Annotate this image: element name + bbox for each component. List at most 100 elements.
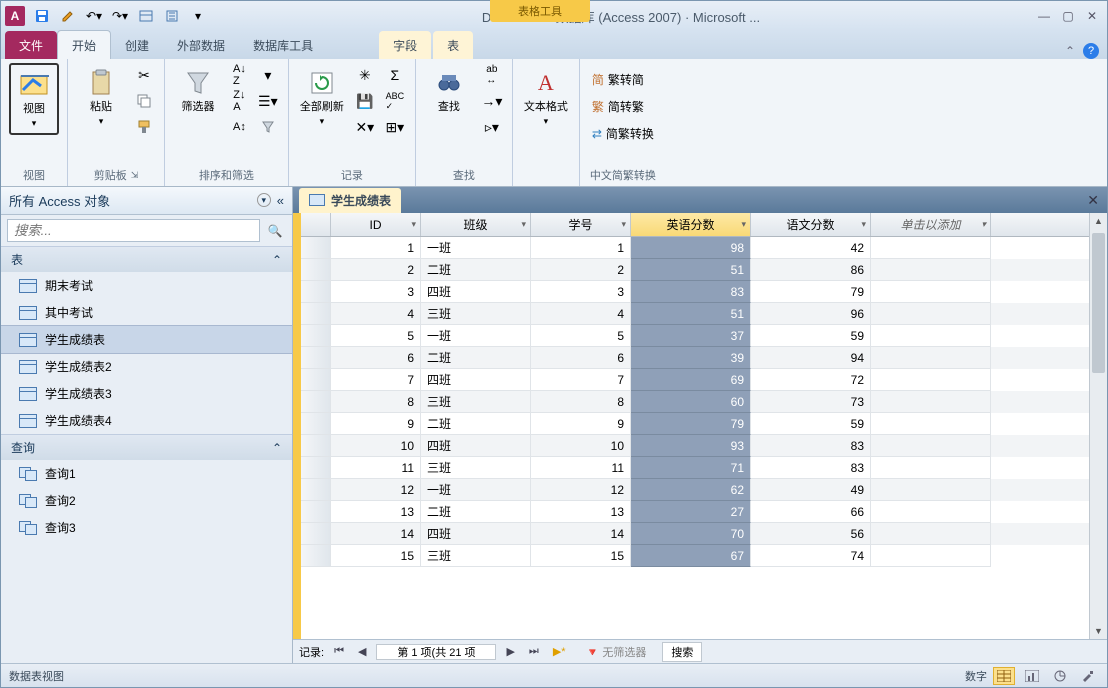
cell-add[interactable] [871,281,991,303]
cell-eng[interactable]: 51 [631,303,751,325]
cell-class[interactable]: 四班 [421,281,531,303]
cell-class[interactable]: 四班 [421,369,531,391]
row-selector[interactable] [301,523,331,545]
cell-sno[interactable]: 13 [531,501,631,523]
undo-icon[interactable]: ↶▾ [83,5,105,27]
nav-group-tables[interactable]: 表⌃ [1,246,292,272]
table-row[interactable]: 14四班147056 [301,523,1089,545]
selection-filter-icon[interactable]: ▾ [256,63,280,87]
tab-home[interactable]: 开始 [57,30,111,59]
scroll-up-icon[interactable]: ▲ [1090,213,1107,229]
cell-chn[interactable]: 94 [751,347,871,369]
paste-button[interactable]: 粘贴 ▾ [76,63,126,131]
cell-id[interactable]: 9 [331,413,421,435]
cell-add[interactable] [871,237,991,259]
totals-icon[interactable]: Σ [383,63,407,87]
app-icon[interactable]: A [5,6,25,26]
cell-eng[interactable]: 69 [631,369,751,391]
cell-chn[interactable]: 83 [751,457,871,479]
table-row[interactable]: 13二班132766 [301,501,1089,523]
cell-class[interactable]: 一班 [421,479,531,501]
cell-sno[interactable]: 9 [531,413,631,435]
cell-sno[interactable]: 8 [531,391,631,413]
row-selector[interactable] [301,391,331,413]
row-selector[interactable] [301,435,331,457]
row-selector[interactable] [301,501,331,523]
nav-item-table[interactable]: 学生成绩表3 [1,380,292,407]
redo-icon[interactable]: ↷▾ [109,5,131,27]
cell-class[interactable]: 一班 [421,325,531,347]
cell-add[interactable] [871,391,991,413]
help-icon[interactable]: ? [1083,43,1099,59]
edit-icon[interactable] [57,5,79,27]
vertical-scrollbar[interactable]: ▲ ▼ [1089,213,1107,639]
cell-class[interactable]: 二班 [421,347,531,369]
trad-to-simp-button[interactable]: 简繁转简 [588,69,658,90]
nav-item-table[interactable]: 学生成绩表 [1,326,292,353]
save-icon[interactable] [31,5,53,27]
cell-sno[interactable]: 3 [531,281,631,303]
cell-id[interactable]: 2 [331,259,421,281]
new-record-icon[interactable]: ✳ [353,63,377,87]
cell-id[interactable]: 8 [331,391,421,413]
table-row[interactable]: 2二班25186 [301,259,1089,281]
col-header-chn[interactable]: 语文分数▾ [751,213,871,236]
cell-chn[interactable]: 72 [751,369,871,391]
ribbon-minimize-icon[interactable]: ⌃ [1065,44,1075,58]
cell-eng[interactable]: 79 [631,413,751,435]
tab-external[interactable]: 外部数据 [163,31,239,59]
datasheet-view-btn[interactable] [993,667,1015,685]
cell-add[interactable] [871,501,991,523]
cell-chn[interactable]: 74 [751,545,871,567]
cell-sno[interactable]: 14 [531,523,631,545]
cell-sno[interactable]: 1 [531,237,631,259]
cell-sno[interactable]: 11 [531,457,631,479]
cell-eng[interactable]: 27 [631,501,751,523]
sort-asc-icon[interactable]: A↓Z [229,63,250,87]
doc-tab[interactable]: 学生成绩表 [299,188,401,213]
cell-sno[interactable]: 6 [531,347,631,369]
cell-id[interactable]: 3 [331,281,421,303]
qat-more-icon[interactable]: ▾ [187,5,209,27]
cell-eng[interactable]: 62 [631,479,751,501]
table-row[interactable]: 6二班63994 [301,347,1089,369]
cell-eng[interactable]: 60 [631,391,751,413]
table-row[interactable]: 4三班45196 [301,303,1089,325]
cell-class[interactable]: 二班 [421,413,531,435]
cell-chn[interactable]: 42 [751,237,871,259]
advanced-filter-icon[interactable]: ☰▾ [256,89,280,113]
minimize-icon[interactable]: — [1033,6,1055,26]
doc-close-icon[interactable]: ✕ [1079,192,1107,209]
goto-icon[interactable]: →▾ [480,89,504,113]
cell-chn[interactable]: 66 [751,501,871,523]
cell-add[interactable] [871,325,991,347]
table-row[interactable]: 10四班109383 [301,435,1089,457]
search-icon[interactable]: 🔍 [264,219,286,242]
table-row[interactable]: 15三班156774 [301,545,1089,567]
cell-add[interactable] [871,347,991,369]
cell-id[interactable]: 15 [331,545,421,567]
simp-to-trad-button[interactable]: 繁简转繁 [588,96,658,117]
maximize-icon[interactable]: ▢ [1057,6,1079,26]
nav-item-query[interactable]: 查询1 [1,460,292,487]
cell-chn[interactable]: 56 [751,523,871,545]
nav-collapse-icon[interactable]: « [277,193,284,208]
cell-chn[interactable]: 96 [751,303,871,325]
cell-add[interactable] [871,457,991,479]
cell-class[interactable]: 三班 [421,545,531,567]
cell-eng[interactable]: 83 [631,281,751,303]
cell-eng[interactable]: 93 [631,435,751,457]
row-selector[interactable] [301,347,331,369]
remove-sort-icon[interactable]: A↕ [229,115,250,139]
table-row[interactable]: 7四班76972 [301,369,1089,391]
cell-add[interactable] [871,303,991,325]
spelling-icon[interactable]: ABC✓ [383,89,407,113]
cell-eng[interactable]: 71 [631,457,751,479]
cell-chn[interactable]: 73 [751,391,871,413]
cell-class[interactable]: 四班 [421,523,531,545]
cell-chn[interactable]: 86 [751,259,871,281]
cell-chn[interactable]: 49 [751,479,871,501]
nav-item-table[interactable]: 学生成绩表4 [1,407,292,434]
col-header-class[interactable]: 班级▾ [421,213,531,236]
table-row[interactable]: 3四班38379 [301,281,1089,303]
